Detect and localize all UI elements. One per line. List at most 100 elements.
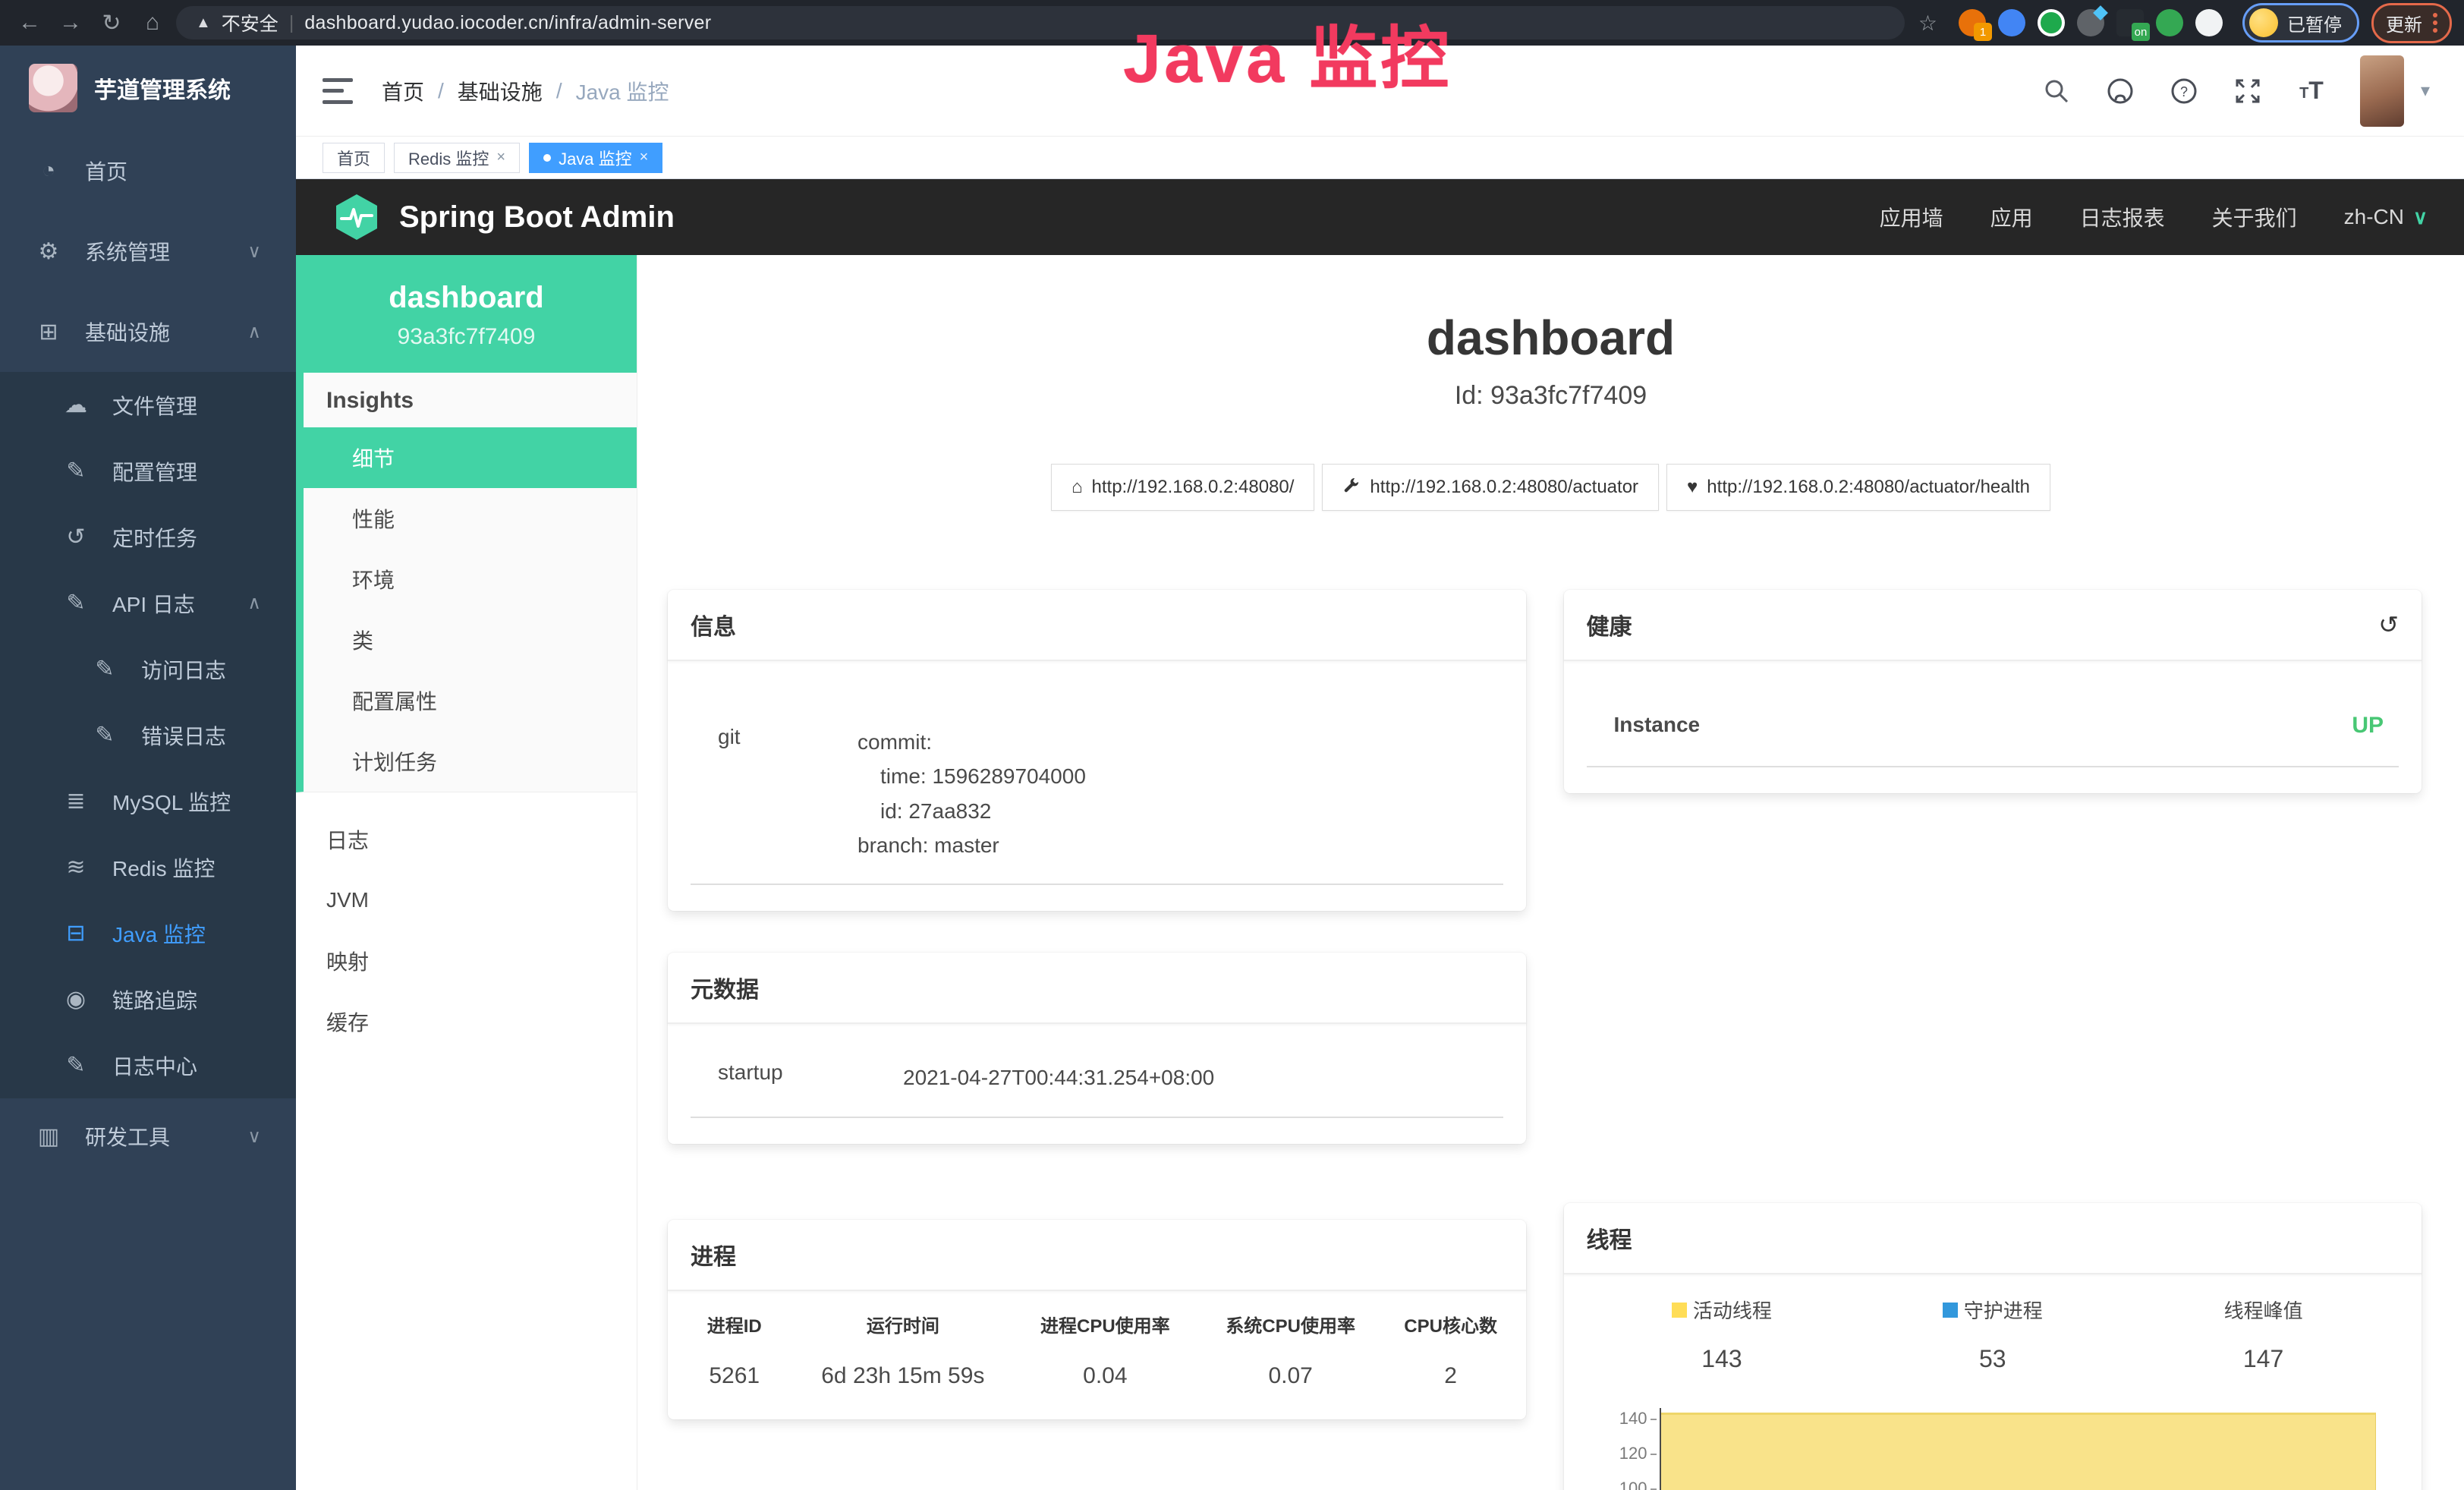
health-url-button[interactable]: ♥ http://192.168.0.2:48080/actuator/heal… bbox=[1666, 464, 2050, 511]
process-proc-cpu: 0.04 bbox=[1012, 1363, 1197, 1389]
sidebar-item-label: Redis 监控 bbox=[112, 852, 215, 883]
git-id-line: id: 27aa832 bbox=[858, 794, 1496, 828]
monitor-icon: ⊟ bbox=[61, 920, 91, 947]
metadata-card-title: 元数据 bbox=[668, 953, 1526, 1024]
active-dot bbox=[543, 154, 551, 162]
health-url: http://192.168.0.2:48080/actuator/health bbox=[1707, 477, 2030, 498]
home-icon[interactable]: ⌂ bbox=[135, 10, 170, 36]
chevron-down-icon: ∨ bbox=[247, 241, 261, 263]
close-icon[interactable]: × bbox=[496, 149, 505, 166]
sidebar-item-log-center[interactable]: ✎ 日志中心 bbox=[0, 1032, 296, 1098]
sidebar-item-home[interactable]: ◔ 首页 bbox=[0, 131, 296, 211]
sidebar-item-mysql-monitor[interactable]: ≣ MySQL 监控 bbox=[0, 768, 296, 834]
browser-menu-icon[interactable] bbox=[2433, 13, 2437, 33]
back-icon[interactable]: ← bbox=[12, 10, 47, 36]
sba-item-environment[interactable]: 环境 bbox=[304, 549, 637, 610]
sidebar-item-infra[interactable]: ⊞ 基础设施 ∧ bbox=[0, 291, 296, 372]
instance-header: dashboard 93a3fc7f7409 bbox=[296, 255, 637, 373]
puzzle-extensions-icon[interactable] bbox=[2195, 9, 2223, 36]
health-card-title: 健康 bbox=[1587, 608, 1632, 641]
sidebar-item-label: Java 监控 bbox=[112, 918, 206, 949]
sidebar-item-api-log[interactable]: ✎ API 日志 ∧ bbox=[0, 570, 296, 636]
help-icon[interactable]: ? bbox=[2169, 76, 2199, 106]
sba-item-logfile[interactable]: 日志 bbox=[296, 809, 637, 870]
sidebar-item-tracing[interactable]: ◉ 链路追踪 bbox=[0, 966, 296, 1032]
sba-item-details[interactable]: 细节 bbox=[304, 427, 637, 488]
ytick-120: 120 bbox=[1619, 1444, 1647, 1463]
on-badge: on bbox=[2132, 23, 2150, 41]
log-icon: ✎ bbox=[90, 722, 120, 748]
on-extension-icon[interactable]: on bbox=[2116, 9, 2144, 36]
sidebar-item-redis-monitor[interactable]: ≋ Redis 监控 bbox=[0, 834, 296, 900]
profile-emoji-avatar bbox=[2249, 8, 2278, 37]
actuator-url-button[interactable]: http://192.168.0.2:48080/actuator bbox=[1322, 464, 1659, 511]
chrome-update-button[interactable]: 更新 bbox=[2371, 3, 2452, 43]
tab-redis-monitor[interactable]: Redis 监控 × bbox=[394, 143, 520, 173]
sba-item-metrics[interactable]: 性能 bbox=[304, 488, 637, 549]
sidebar-item-java-monitor[interactable]: ⊟ Java 监控 bbox=[0, 900, 296, 966]
metadata-card: 元数据 startup 2021-04-27T00:44:31.254+08:0… bbox=[668, 953, 1526, 1143]
sba-item-config-props[interactable]: 配置属性 bbox=[304, 670, 637, 731]
green-extension-icon[interactable] bbox=[2038, 9, 2065, 36]
github-icon[interactable] bbox=[2105, 76, 2135, 106]
sidebar-item-dev-tools[interactable]: ▥ 研发工具 ∨ bbox=[0, 1098, 296, 1174]
bookmark-star-icon[interactable]: ☆ bbox=[1918, 11, 1937, 36]
cloud-upload-icon: ☁ bbox=[61, 392, 91, 418]
avatar-caret-icon[interactable]: ▾ bbox=[2421, 80, 2430, 102]
sba-navbar: Spring Boot Admin 应用墙 应用 日志报表 关于我们 zh-CN… bbox=[296, 179, 2464, 255]
sidebar-item-error-log[interactable]: ✎ 错误日志 bbox=[0, 702, 296, 768]
reload-icon[interactable]: ↻ bbox=[94, 10, 129, 36]
sba-item-mappings[interactable]: 映射 bbox=[296, 931, 637, 991]
sidebar-item-file-manage[interactable]: ☁ 文件管理 bbox=[0, 372, 296, 438]
service-url-button[interactable]: ⌂ http://192.168.0.2:48080/ bbox=[1051, 464, 1314, 511]
sidebar-item-cron-jobs[interactable]: ↺ 定时任务 bbox=[0, 504, 296, 570]
grid-extension-icon[interactable] bbox=[2077, 9, 2104, 36]
sidebar-item-label: API 日志 bbox=[112, 588, 195, 619]
hamburger-icon[interactable] bbox=[323, 78, 353, 104]
extension-badge: 1 bbox=[1974, 23, 1992, 41]
app-brand[interactable]: 芋道管理系统 bbox=[0, 46, 296, 131]
user-avatar[interactable] bbox=[2360, 55, 2404, 127]
sba-item-caches[interactable]: 缓存 bbox=[296, 991, 637, 1052]
tab-home[interactable]: 首页 bbox=[323, 143, 385, 173]
sba-item-jvm[interactable]: JVM bbox=[296, 870, 637, 931]
dashboard-icon: ◔ bbox=[33, 158, 64, 184]
close-icon[interactable]: × bbox=[640, 149, 649, 166]
tab-java-monitor[interactable]: Java 监控 × bbox=[529, 143, 662, 173]
extension-icon[interactable]: 1 bbox=[1959, 9, 1986, 36]
browser-profile-chip[interactable]: 已暂停 bbox=[2242, 3, 2359, 43]
sba-item-scheduled-tasks[interactable]: 计划任务 bbox=[304, 731, 637, 792]
sba-nav-journal[interactable]: 日志报表 bbox=[2080, 202, 2165, 232]
process-col-sys-cpu: 系统CPU使用率 bbox=[1197, 1311, 1383, 1337]
layers-icon: ≋ bbox=[61, 854, 91, 880]
app-topbar: 首页 / 基础设施 / Java 监控 ? bbox=[296, 46, 2464, 137]
sba-nav-about[interactable]: 关于我们 bbox=[2212, 202, 2297, 232]
sidebar-item-system[interactable]: ⚙ 系统管理 ∨ bbox=[0, 211, 296, 291]
sidebar-item-label: MySQL 监控 bbox=[112, 786, 231, 817]
health-card: 健康 ↺ Instance UP bbox=[1564, 590, 2422, 793]
breadcrumb-home[interactable]: 首页 bbox=[382, 76, 424, 106]
sba-nav-applications[interactable]: 应用 bbox=[1990, 202, 2033, 232]
forward-icon[interactable]: → bbox=[53, 10, 88, 36]
breadcrumb-infra[interactable]: 基础设施 bbox=[458, 76, 543, 106]
fullscreen-icon[interactable] bbox=[2233, 76, 2263, 106]
sba-item-beans[interactable]: 类 bbox=[304, 610, 637, 670]
address-bar[interactable]: ▲ 不安全 | dashboard.yudao.iocoder.cn/infra… bbox=[176, 6, 1905, 39]
pin-extension-icon[interactable] bbox=[1998, 9, 2025, 36]
security-label: 不安全 bbox=[222, 9, 278, 36]
history-icon[interactable]: ↺ bbox=[2378, 610, 2399, 639]
breadcrumb-separator: / bbox=[438, 79, 444, 103]
search-icon[interactable] bbox=[2041, 76, 2072, 106]
leaf-extension-icon[interactable] bbox=[2156, 9, 2183, 36]
process-cores: 2 bbox=[1383, 1363, 1518, 1389]
chevron-down-icon: ∨ bbox=[2413, 206, 2428, 229]
font-size-icon[interactable] bbox=[2296, 76, 2327, 106]
language-selector[interactable]: zh-CN ∨ bbox=[2344, 205, 2428, 229]
instance-links: ⌂ http://192.168.0.2:48080/ http://192.1… bbox=[637, 464, 2464, 511]
sidebar-item-label: 定时任务 bbox=[112, 522, 197, 553]
sidebar-item-access-log[interactable]: ✎ 访问日志 bbox=[0, 636, 296, 702]
sba-nav-wallboard[interactable]: 应用墙 bbox=[1880, 202, 1943, 232]
sidebar-item-config-manage[interactable]: ✎ 配置管理 bbox=[0, 438, 296, 504]
sba-brand[interactable]: Spring Boot Admin bbox=[332, 193, 675, 241]
process-card: 进程 进程ID 运行时间 进程CPU使用率 系统CPU使用率 CPU核心数 52… bbox=[668, 1220, 1526, 1419]
